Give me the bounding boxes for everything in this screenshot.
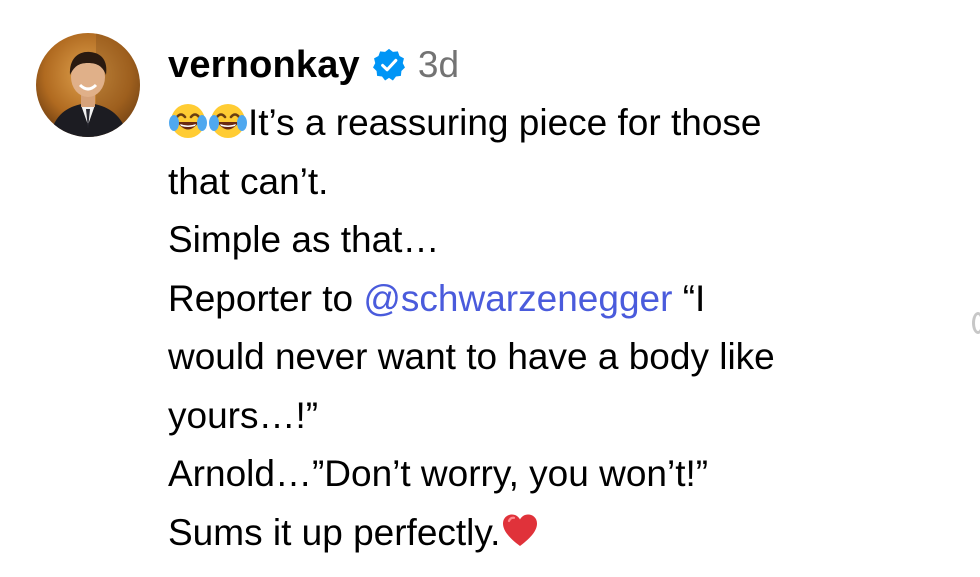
comment-line-8: Sums it up perfectly. (168, 504, 968, 563)
verified-badge-icon (372, 48, 406, 82)
comment-line-4-after: “I (672, 277, 706, 319)
comment-line-7: Arnold…”Don’t worry, you won’t!” (168, 453, 709, 494)
comment-header: vernonkay 3d (168, 36, 968, 94)
comment-line-4-before: Reporter to (168, 277, 364, 319)
face-with-tears-of-joy-icon (168, 101, 208, 141)
comment-body: vernonkay 3d It’s a reassuring piece for… (168, 36, 968, 562)
comment-line-1: It’s a reassuring piece for those (168, 94, 968, 153)
comment-text: It’s a reassuring piece for those that c… (168, 94, 968, 562)
comment-line-1-text: It’s a reassuring piece for those (248, 102, 762, 143)
comment-line-2: that can’t. (168, 160, 329, 202)
cut-off-like-icon[interactable] (972, 312, 980, 334)
comment-line-3: Simple as that… (168, 219, 440, 260)
comment-line-4: Reporter to @schwarzenegger “I (168, 270, 968, 329)
comment: vernonkay 3d It’s a reassuring piece for… (0, 0, 980, 577)
user-avatar[interactable] (36, 33, 140, 137)
comment-line-8-text: Sums it up perfectly. (168, 511, 501, 553)
username-link[interactable]: vernonkay (168, 44, 360, 87)
comment-line-5: would never want to have a body like (168, 336, 775, 377)
face-with-tears-of-joy-icon (208, 101, 248, 141)
comment-timestamp[interactable]: 3d (418, 44, 459, 86)
comment-line-6: yours…!” (168, 394, 319, 436)
user-avatar-photo (36, 33, 140, 137)
mention-link[interactable]: @schwarzenegger (363, 278, 672, 319)
red-heart-icon (500, 511, 540, 551)
